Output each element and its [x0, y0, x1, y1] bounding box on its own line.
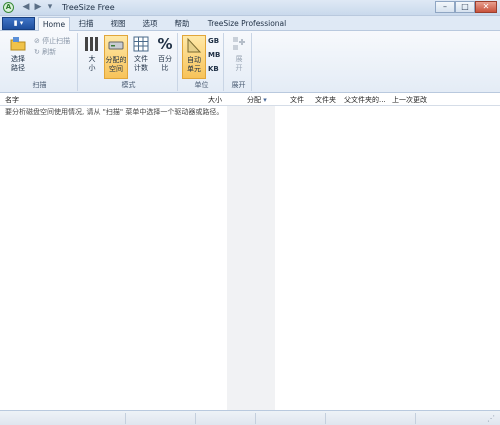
column-folders[interactable]: 文件夹 — [315, 95, 336, 105]
maximize-button[interactable]: □ — [455, 1, 475, 13]
refresh-icon: ↻ — [34, 48, 40, 56]
unit-group-label: 单位 — [194, 81, 209, 89]
ruler-triangle-icon — [187, 37, 202, 53]
window-title: TreeSize Free — [62, 3, 115, 12]
size-bars-icon — [85, 37, 98, 51]
grid-icon — [133, 36, 149, 52]
status-pane — [415, 413, 485, 424]
mode-group: 大 小 分配的 空间 文件 计数 % 百分 比 模式 — [80, 33, 178, 91]
allocated-space-button[interactable]: 分配的 空间 — [104, 35, 128, 79]
minimize-button[interactable]: – — [435, 1, 455, 13]
forward-icon[interactable]: ▶ — [33, 2, 43, 13]
expand-button[interactable]: 展 开 — [228, 35, 250, 79]
mb-unit-button[interactable]: MB — [208, 51, 220, 59]
stop-scan-button[interactable]: ⊘ 停止扫描 — [34, 36, 70, 46]
scan-group-label: 扫描 — [32, 81, 47, 89]
column-size[interactable]: 大小 — [208, 95, 222, 105]
status-pane — [125, 413, 195, 424]
column-allocated[interactable]: 分配 ▾ — [247, 95, 267, 105]
tab-options[interactable]: 选项 — [138, 17, 162, 31]
resize-grip-icon[interactable]: ⋰ — [487, 414, 495, 423]
allocated-column-shading — [227, 106, 275, 410]
scan-group: 选择 路径 ⊘ 停止扫描 ↻ 刷新 扫描 — [2, 33, 78, 91]
auto-unit-dropdown: 单元 — [187, 65, 201, 73]
ribbon-tab-bar: ▮ ▾ Home 扫描 视图 选项 帮助 TreeSize Profession… — [0, 16, 500, 31]
title-bar: A ◀ ▶ ▾ TreeSize Free – □ ✕ — [0, 0, 500, 16]
status-pane — [255, 413, 325, 424]
ribbon: 选择 路径 ⊘ 停止扫描 ↻ 刷新 扫描 大 小 分配的 空间 文件 计数 % … — [0, 31, 500, 93]
disk-icon — [108, 41, 124, 50]
mode-group-label: 模式 — [121, 81, 136, 89]
size-mode-button[interactable]: 大 小 — [82, 35, 102, 79]
refresh-button[interactable]: ↻ 刷新 — [34, 47, 56, 57]
status-bar: ⋰ — [0, 410, 500, 425]
app-icon[interactable]: A — [3, 2, 14, 13]
empty-tree-hint: 要分析磁盘空间使用情况, 请从 "扫描" 菜单中选择一个驱动器或路径。 — [5, 108, 224, 116]
column-parent-folder[interactable]: 父文件夹的... — [344, 95, 386, 105]
expand-group: 展 开 展开 — [226, 33, 252, 91]
folder-icon — [10, 37, 26, 51]
kb-unit-button[interactable]: KB — [208, 65, 219, 73]
file-count-button[interactable]: 文件 计数 — [130, 35, 152, 79]
tab-scan[interactable]: 扫描 — [74, 17, 98, 31]
column-last-modified[interactable]: 上一次更改 — [392, 95, 427, 105]
file-menu-button[interactable]: ▮ ▾ — [2, 17, 35, 30]
sort-down-icon: ▾ — [263, 96, 267, 104]
percent-button[interactable]: % 百分 比 — [154, 35, 176, 79]
column-name[interactable]: 名字 — [5, 95, 19, 105]
auto-unit-button[interactable]: 自动 单元 — [182, 35, 206, 79]
status-pane — [325, 413, 415, 424]
expand-group-label: 展开 — [231, 81, 246, 89]
gb-unit-button[interactable]: GB — [208, 37, 219, 45]
choose-path-button[interactable]: 选择 路径 — [5, 35, 31, 79]
expand-tree-icon — [233, 37, 245, 50]
column-files[interactable]: 文件 — [290, 95, 304, 105]
stop-icon: ⊘ — [34, 37, 40, 45]
tab-treesize-professional[interactable]: TreeSize Professional — [202, 17, 292, 31]
tab-view[interactable]: 视图 — [106, 17, 130, 31]
tab-home[interactable]: Home — [38, 17, 70, 31]
quick-access-dropdown-icon[interactable]: ▾ — [45, 2, 55, 13]
status-pane — [195, 413, 255, 424]
column-header: 名字 大小 分配 ▾ 文件 文件夹 父文件夹的... 上一次更改 — [0, 94, 500, 106]
close-button[interactable]: ✕ — [475, 1, 497, 13]
percent-icon: % — [157, 35, 173, 53]
back-icon[interactable]: ◀ — [21, 2, 31, 13]
tab-help[interactable]: 帮助 — [170, 17, 194, 31]
